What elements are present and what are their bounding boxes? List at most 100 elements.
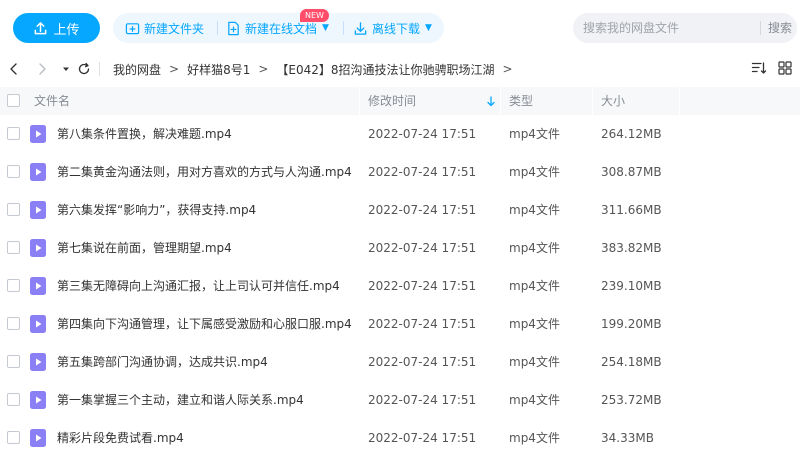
new-folder-button[interactable]: 新建文件夹 [125,13,204,43]
column-divider [500,87,501,115]
row-checkbox[interactable] [7,393,20,406]
file-type: mp4文件 [509,393,560,407]
back-button[interactable] [5,60,23,78]
video-file-icon [30,277,46,295]
file-size: 253.72MB [601,393,662,407]
sort-view-button[interactable] [751,60,769,78]
video-file-icon [30,315,46,333]
video-file-icon [30,353,46,371]
video-file-icon [30,163,46,181]
row-checkbox[interactable] [7,355,20,368]
file-type: mp4文件 [509,203,560,217]
column-divider [679,87,680,115]
file-name[interactable]: 第七集说在前面，管理期望.mp4 [57,229,232,267]
toolbar-divider [217,21,218,35]
table-row[interactable]: 精彩片段免费试看.mp4 2022-07-24 17:51 mp4文件 34.3… [0,419,800,457]
row-checkbox[interactable] [7,241,20,254]
row-checkbox[interactable] [7,127,20,140]
search-input[interactable] [583,13,753,43]
video-file-icon [30,429,46,447]
table-row[interactable]: 第二集黄金沟通法则，用对方喜欢的方式与人沟通.mp4 2022-07-24 17… [0,153,800,191]
file-modified-time: 2022-07-24 17:51 [368,203,477,217]
file-size: 311.66MB [601,203,662,217]
file-type: mp4文件 [509,165,560,179]
file-modified-time: 2022-07-24 17:51 [368,355,477,369]
history-dropdown-button[interactable] [57,60,75,78]
sort-list-icon [751,62,767,74]
file-type: mp4文件 [509,241,560,255]
video-file-icon [30,201,46,219]
column-divider [592,87,593,115]
table-row[interactable]: 第五集跨部门沟通协调，达成共识.mp4 2022-07-24 17:51 mp4… [0,343,800,381]
search-divider [760,21,761,35]
toolbar-divider [343,21,344,35]
file-name[interactable]: 第五集跨部门沟通协调，达成共识.mp4 [57,343,268,381]
chevron-left-icon [10,63,17,75]
new-badge: NEW [300,9,329,22]
column-header-size[interactable]: 大小 [601,87,625,115]
file-modified-time: 2022-07-24 17:51 [368,127,477,141]
table-row[interactable]: 第八集条件置换，解决难题.mp4 2022-07-24 17:51 mp4文件 … [0,115,800,153]
file-name[interactable]: 第二集黄金沟通法则，用对方喜欢的方式与人沟通.mp4 [57,153,352,191]
file-name[interactable]: 第八集条件置换，解决难题.mp4 [57,115,232,153]
search-button[interactable]: 搜索 [768,13,792,43]
table-row[interactable]: 第四集向下沟通管理，让下属感受激励和心服口服.mp4 2022-07-24 17… [0,305,800,343]
breadcrumb-separator: > [502,62,513,76]
chevron-right-icon [39,63,46,75]
table-row[interactable]: 第七集说在前面，管理期望.mp4 2022-07-24 17:51 mp4文件 … [0,229,800,267]
column-header-time[interactable]: 修改时间 [368,87,416,115]
forward-button[interactable] [33,60,51,78]
upload-label: 上传 [53,22,80,38]
breadcrumb: 我的网盘 > 好样猫8号1 > 【E042】8招沟通技法让你驰骋职场江湖 > [113,54,521,84]
breadcrumb-item-folder[interactable]: 好样猫8号1 [187,61,250,78]
table-row[interactable]: 第一集掌握三个主动，建立和谐人际关系.mp4 2022-07-24 17:51 … [0,381,800,419]
file-modified-time: 2022-07-24 17:51 [368,241,477,255]
grid-view-button[interactable] [777,60,795,78]
file-size: 199.20MB [601,317,662,331]
file-modified-time: 2022-07-24 17:51 [368,317,477,331]
column-divider [359,87,360,115]
file-modified-time: 2022-07-24 17:51 [368,431,477,445]
breadcrumb-item-current[interactable]: 【E042】8招沟通技法让你驰骋职场江湖 [276,61,494,78]
file-type: mp4文件 [509,355,560,369]
row-checkbox[interactable] [7,317,20,330]
row-checkbox[interactable] [7,279,20,292]
file-size: 308.87MB [601,165,662,179]
column-header-type[interactable]: 类型 [509,87,533,115]
folder-plus-icon [125,22,140,34]
upload-arrow-icon [35,21,47,34]
file-modified-time: 2022-07-24 17:51 [368,279,477,293]
offline-download-button[interactable]: 离线下载 ▼ [353,13,432,43]
action-group: 新建文件夹 新建在线文档 ▼ 离线下载 ▼ [113,13,444,43]
column-header-name[interactable]: 文件名 [34,87,70,115]
refresh-button[interactable] [75,60,93,78]
video-file-icon [30,391,46,409]
breadcrumb-separator: > [258,62,269,76]
chevron-down-icon: ▼ [425,23,432,33]
file-list: 第八集条件置换，解决难题.mp4 2022-07-24 17:51 mp4文件 … [0,115,800,457]
caret-down-icon [63,67,69,71]
file-modified-time: 2022-07-24 17:51 [368,165,477,179]
row-checkbox[interactable] [7,431,20,444]
navigation-bar: 我的网盘 > 好样猫8号1 > 【E042】8招沟通技法让你驰骋职场江湖 > [0,54,800,84]
file-name[interactable]: 第四集向下沟通管理，让下属感受激励和心服口服.mp4 [57,305,352,343]
offline-download-label: 离线下载 [372,21,421,36]
file-size: 239.10MB [601,279,662,293]
file-type: mp4文件 [509,431,560,445]
file-name[interactable]: 第三集无障碍向上沟通汇报，让上司认可并信任.mp4 [57,267,340,305]
video-file-icon [30,239,46,257]
breadcrumb-item-root[interactable]: 我的网盘 [113,61,161,78]
row-checkbox[interactable] [7,203,20,216]
row-checkbox[interactable] [7,165,20,178]
file-name[interactable]: 第六集发挥“影响力”，获得支持.mp4 [57,191,256,229]
table-row[interactable]: 第六集发挥“影响力”，获得支持.mp4 2022-07-24 17:51 mp4… [0,191,800,229]
file-name[interactable]: 第一集掌握三个主动，建立和谐人际关系.mp4 [57,381,304,419]
table-row[interactable]: 第三集无障碍向上沟通汇报，让上司认可并信任.mp4 2022-07-24 17:… [0,267,800,305]
file-name[interactable]: 精彩片段免费试看.mp4 [57,419,184,457]
toolbar: 上传 新建文件夹 新建在线文档 ▼ 离线下载 ▼ NEW 搜索我的网盘文件 搜索 [0,0,800,54]
select-all-checkbox[interactable] [7,94,20,107]
file-size: 34.33MB [601,431,654,445]
upload-button[interactable]: 上传 [13,13,100,43]
file-type: mp4文件 [509,317,560,331]
file-type: mp4文件 [509,127,560,141]
